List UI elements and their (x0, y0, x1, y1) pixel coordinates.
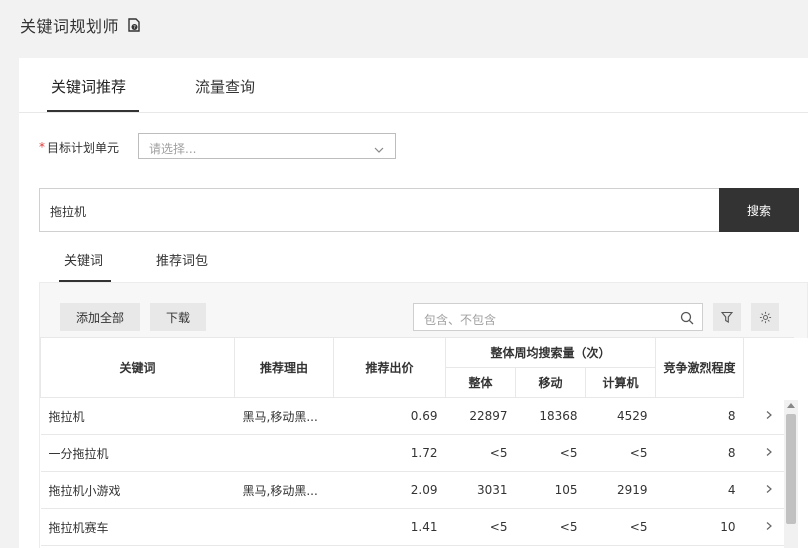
required-mark: * (39, 140, 45, 154)
subtab-keywords[interactable]: 关键词 (64, 250, 103, 269)
cell-pc: 2919 (585, 471, 656, 509)
page-header: 关键词规划师 ? (20, 14, 141, 36)
chevron-right-icon (764, 483, 774, 493)
cell-competition: 4 (655, 471, 744, 509)
active-tab-indicator (47, 110, 139, 112)
plan-unit-label: 目标计划单元 (47, 140, 120, 155)
cell-pc: <5 (585, 508, 656, 546)
cell-competition: 8 (655, 397, 744, 435)
table-row: 拖拉机小游戏 黑马,移动黑... 2.09 3031 105 2919 4 (40, 471, 794, 509)
plan-unit-placeholder: 请选择... (149, 142, 197, 156)
keyword-table: 关键词 推荐理由 推荐出价 整体周均搜索量（次） 竞争激烈程度 整体 移动 计算… (40, 337, 794, 546)
header-action-spacer (743, 337, 794, 398)
header-weekly-search: 整体周均搜索量（次） (445, 337, 656, 368)
cell-reason: 黑马,移动黑... (234, 471, 334, 509)
cell-pc: 4529 (585, 397, 656, 435)
cell-competition: 8 (655, 434, 744, 472)
cell-overall: 22897 (445, 397, 516, 435)
help-doc-icon[interactable]: ? (127, 18, 141, 32)
table-scrollbar[interactable] (784, 400, 798, 548)
cell-reason (234, 508, 334, 546)
cell-mobile: 105 (515, 471, 586, 509)
cell-competition: 10 (655, 508, 744, 546)
keyword-table-container: 关键词 推荐理由 推荐出价 整体周均搜索量（次） 竞争激烈程度 整体 移动 计算… (39, 337, 808, 548)
chevron-right-icon (764, 446, 774, 456)
cell-bid: 2.09 (333, 471, 446, 509)
subtab-recommend-packages[interactable]: 推荐词包 (156, 250, 208, 269)
cell-pc: <5 (585, 434, 656, 472)
cell-overall: 3031 (445, 471, 516, 509)
search-icon[interactable] (680, 310, 694, 325)
header-pc: 计算机 (585, 367, 656, 398)
main-tabs: 关键词推荐 流量查询 (19, 58, 808, 113)
svg-text:?: ? (133, 25, 136, 31)
keyword-planner-panel: 关键词推荐 流量查询 * 目标计划单元 请选择... 拖拉机 搜索 关键词 推荐… (19, 58, 808, 548)
cell-reason (234, 434, 334, 472)
cell-mobile: 18368 (515, 397, 586, 435)
cell-keyword: 拖拉机 (40, 397, 235, 435)
cell-keyword: 拖拉机小游戏 (40, 471, 235, 509)
header-keyword: 关键词 (40, 337, 235, 398)
cell-keyword: 拖拉机赛车 (40, 508, 235, 546)
table-toolbar: 添加全部 下载 包含、不包含 (39, 282, 808, 338)
header-bid: 推荐出价 (333, 337, 446, 398)
table-row: 一分拖拉机 1.72 <5 <5 <5 8 (40, 434, 794, 472)
cell-reason: 黑马,移动黑... (234, 397, 334, 435)
cell-mobile: <5 (515, 508, 586, 546)
table-row: 拖拉机 黑马,移动黑... 0.69 22897 18368 4529 8 (40, 397, 794, 435)
funnel-icon[interactable] (713, 303, 741, 331)
chevron-right-icon (764, 520, 774, 530)
page-title: 关键词规划师 (20, 17, 120, 36)
scroll-up-arrow-icon[interactable] (787, 403, 795, 408)
add-all-button[interactable]: 添加全部 (60, 303, 140, 331)
sub-tabs: 关键词 推荐词包 (39, 238, 808, 283)
search-button[interactable]: 搜索 (719, 188, 799, 232)
chevron-right-icon (764, 409, 774, 419)
cell-mobile: <5 (515, 434, 586, 472)
table-row: 拖拉机赛车 1.41 <5 <5 <5 10 (40, 508, 794, 546)
keyword-search-input[interactable]: 拖拉机 (39, 188, 719, 232)
plan-unit-row: * 目标计划单元 (39, 133, 119, 161)
header-competition: 竞争激烈程度 (655, 337, 744, 398)
cell-overall: <5 (445, 508, 516, 546)
tab-traffic-query[interactable]: 流量查询 (195, 76, 255, 97)
cell-bid: 1.72 (333, 434, 446, 472)
header-overall: 整体 (445, 367, 516, 398)
header-reason: 推荐理由 (234, 337, 334, 398)
cell-keyword: 一分拖拉机 (40, 434, 235, 472)
filter-placeholder: 包含、不包含 (424, 313, 497, 327)
chevron-down-icon (373, 141, 385, 153)
keyword-filter-input[interactable]: 包含、不包含 (413, 303, 703, 331)
search-input-value: 拖拉机 (50, 205, 87, 219)
cell-overall: <5 (445, 434, 516, 472)
tab-keyword-recommend[interactable]: 关键词推荐 (51, 76, 126, 97)
gear-icon[interactable] (751, 303, 779, 331)
header-mobile: 移动 (515, 367, 586, 398)
cell-bid: 1.41 (333, 508, 446, 546)
download-button[interactable]: 下载 (150, 303, 206, 331)
plan-unit-select[interactable]: 请选择... (138, 133, 396, 159)
cell-bid: 0.69 (333, 397, 446, 435)
scrollbar-thumb[interactable] (786, 414, 796, 524)
